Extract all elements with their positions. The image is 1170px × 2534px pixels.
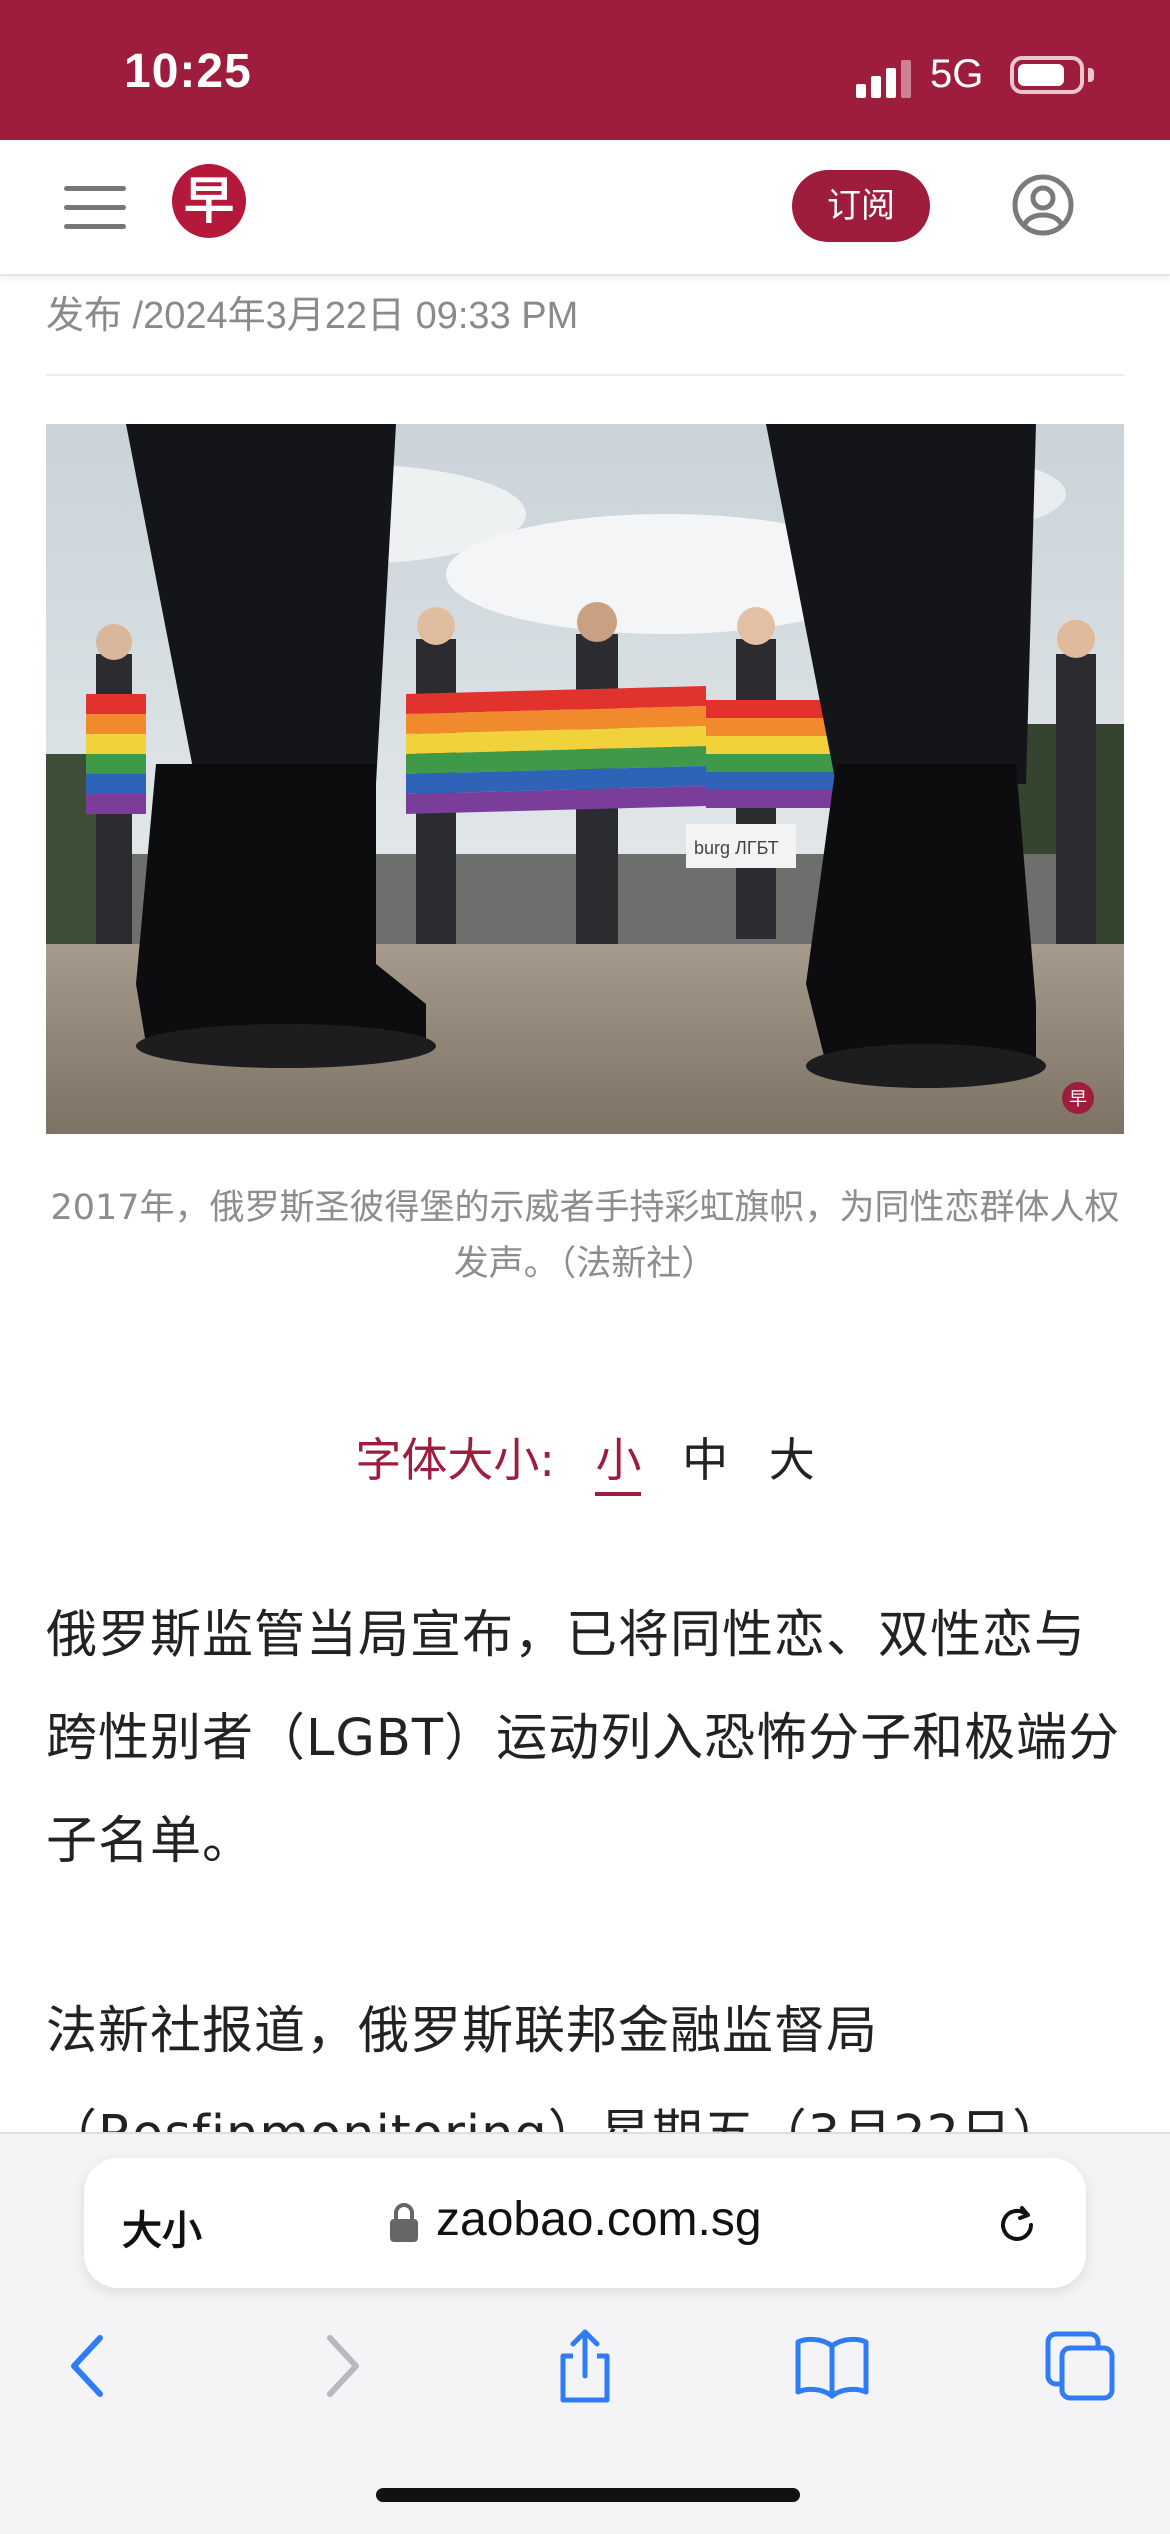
publish-date: 发布 /2024年3月22日 09:33 PM <box>46 295 579 337</box>
photo-sign-text: burg ЛГБТ <box>694 838 779 858</box>
browser-bottom-bar: 大小 zaobao.com.sg <box>0 2132 1170 2534</box>
font-size-label: 字体大小: <box>355 1433 555 1487</box>
text-size-button[interactable]: 大小 <box>122 2198 202 2256</box>
font-size-large[interactable]: 大 <box>769 1424 815 1490</box>
battery-icon <box>1010 56 1084 94</box>
zaobao-logo[interactable]: 早 <box>172 164 246 238</box>
article-paragraph: 俄罗斯监管当局宣布，已将同性恋、双性恋与跨性别者（LGBT）运动列入恐怖分子和极… <box>46 1606 1121 1871</box>
font-size-medium[interactable]: 中 <box>682 1424 728 1490</box>
tabs-icon[interactable] <box>1040 2326 1120 2406</box>
user-circle-icon[interactable] <box>1012 174 1074 236</box>
photo-caption: 2017年，俄罗斯圣彼得堡的示威者手持彩虹旗帜，为同性恋群体人权发声。（法新社） <box>50 1188 1120 1284</box>
font-size-small[interactable]: 小 <box>595 1424 642 1496</box>
forward-icon[interactable] <box>300 2326 380 2406</box>
cellular-signal-icon <box>856 58 916 98</box>
battery-nub <box>1088 68 1094 82</box>
hamburger-menu-icon[interactable] <box>64 186 126 230</box>
font-size-selector: 字体大小: 小 中 大 <box>0 1424 1170 1496</box>
reload-icon[interactable] <box>992 2200 1042 2250</box>
lock-icon <box>388 2200 420 2244</box>
site-header: 早 订阅 <box>0 140 1170 276</box>
bookmarks-icon[interactable] <box>792 2326 872 2406</box>
status-bar: 10:25 5G <box>0 0 1170 140</box>
address-bar[interactable]: 大小 zaobao.com.sg <box>84 2158 1086 2288</box>
home-indicator[interactable] <box>376 2488 800 2502</box>
battery-level <box>1018 64 1064 86</box>
photo-watermark: 早 <box>1069 1089 1087 1110</box>
divider <box>46 374 1124 376</box>
network-type: 5G <box>930 52 984 96</box>
share-icon[interactable] <box>545 2326 625 2406</box>
status-time: 10:25 <box>124 45 252 98</box>
subscribe-button[interactable]: 订阅 <box>792 170 930 242</box>
article-photo[interactable]: burg ЛГБТ 早 <box>46 424 1124 1134</box>
back-icon[interactable] <box>50 2326 130 2406</box>
url-text[interactable]: zaobao.com.sg <box>436 2192 762 2247</box>
